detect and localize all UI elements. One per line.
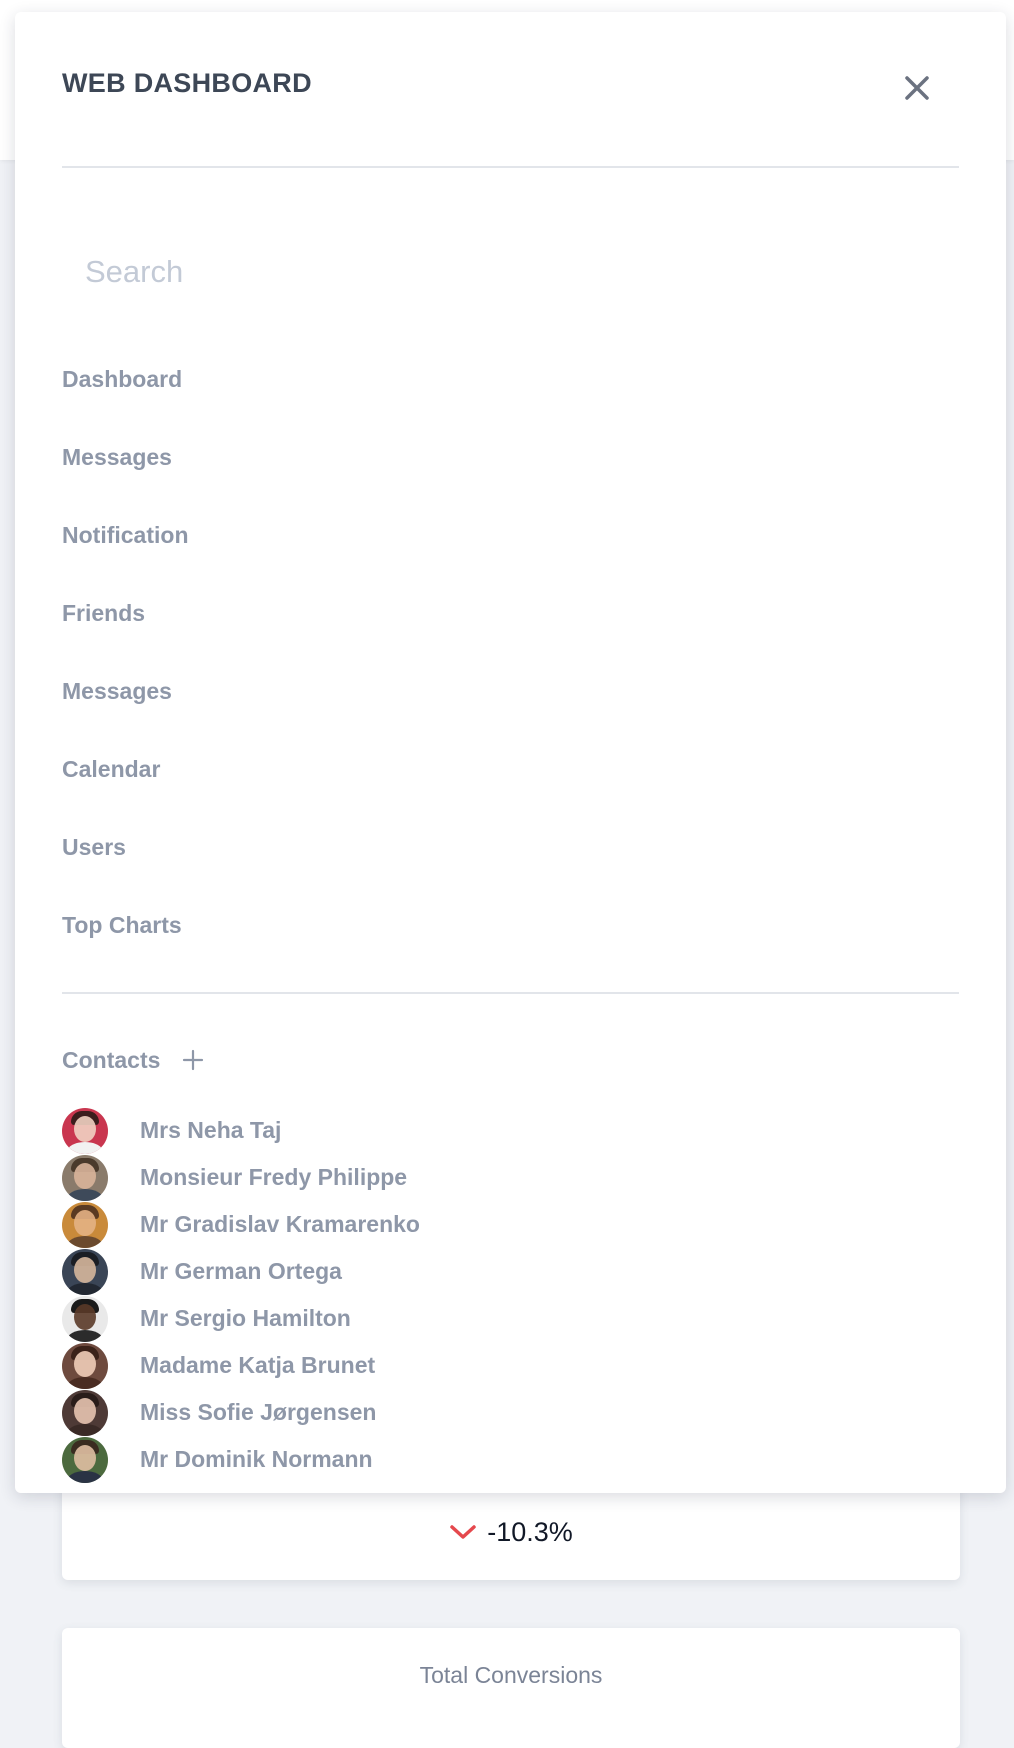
contact-name: Mr Gradislav Kramarenko (140, 1211, 420, 1237)
contact-name: Monsieur Fredy Philippe (140, 1164, 408, 1190)
contacts-title: Contacts (62, 1046, 161, 1073)
add-contact-button[interactable] (182, 1049, 204, 1071)
contact-name: Miss Sofie Jørgensen (140, 1399, 377, 1425)
avatar (62, 1389, 108, 1436)
nav-item-users[interactable]: Users (62, 834, 189, 912)
nav-item-calendar[interactable]: Calendar (62, 756, 189, 834)
plus-icon (183, 1049, 204, 1071)
close-button[interactable] (899, 70, 935, 106)
nav-item-messages[interactable]: Messages (62, 444, 189, 522)
nav-item-notification[interactable]: Notification (62, 522, 189, 600)
change-value: -10.3% (487, 1516, 573, 1547)
contact-item[interactable]: Mr Dominik Normann (62, 1436, 420, 1483)
divider (62, 992, 959, 994)
contact-item[interactable]: Mrs Neha Taj (62, 1107, 420, 1154)
nav-menu: Dashboard Messages Notification Friends … (62, 366, 189, 990)
nav-item-dashboard[interactable]: Dashboard (62, 366, 189, 444)
contact-item[interactable]: Mr Sergio Hamilton (62, 1295, 420, 1342)
contact-item[interactable]: Miss Sofie Jørgensen (62, 1389, 420, 1436)
contact-name: Mr German Ortega (140, 1258, 342, 1284)
avatar (62, 1201, 108, 1248)
nav-item-messages-2[interactable]: Messages (62, 678, 189, 756)
contact-name: Mr Dominik Normann (140, 1446, 373, 1472)
change-indicator: -10.3% (62, 1512, 960, 1552)
avatar (62, 1248, 108, 1295)
avatar (62, 1295, 108, 1342)
nav-item-friends[interactable]: Friends (62, 600, 189, 678)
nav-item-top-charts[interactable]: Top Charts (62, 912, 189, 990)
search-input[interactable] (62, 238, 959, 306)
drawer-title: WEB DASHBOARD (62, 68, 312, 98)
contact-name: Mr Sergio Hamilton (140, 1305, 351, 1331)
chevron-down-icon (449, 1523, 477, 1541)
divider (62, 166, 959, 168)
contact-name: Mrs Neha Taj (140, 1117, 282, 1143)
contact-item[interactable]: Madame Katja Brunet (62, 1342, 420, 1389)
conversions-label: Total Conversions (419, 1662, 603, 1688)
contacts-header: Contacts (62, 1042, 204, 1078)
conversions-card: Total Conversions (62, 1628, 960, 1748)
avatar (62, 1436, 108, 1483)
avatar (62, 1342, 108, 1389)
contact-item[interactable]: Mr Gradislav Kramarenko (62, 1201, 420, 1248)
contact-list: Mrs Neha Taj Monsieur Fredy Philippe Mr … (62, 1107, 420, 1483)
contact-item[interactable]: Monsieur Fredy Philippe (62, 1154, 420, 1201)
avatar (62, 1107, 108, 1154)
avatar (62, 1154, 108, 1201)
close-icon (905, 76, 929, 100)
contact-name: Madame Katja Brunet (140, 1352, 376, 1378)
navigation-drawer: WEB DASHBOARD Dashboard Messages Notific… (15, 12, 1006, 1493)
contact-item[interactable]: Mr German Ortega (62, 1248, 420, 1295)
